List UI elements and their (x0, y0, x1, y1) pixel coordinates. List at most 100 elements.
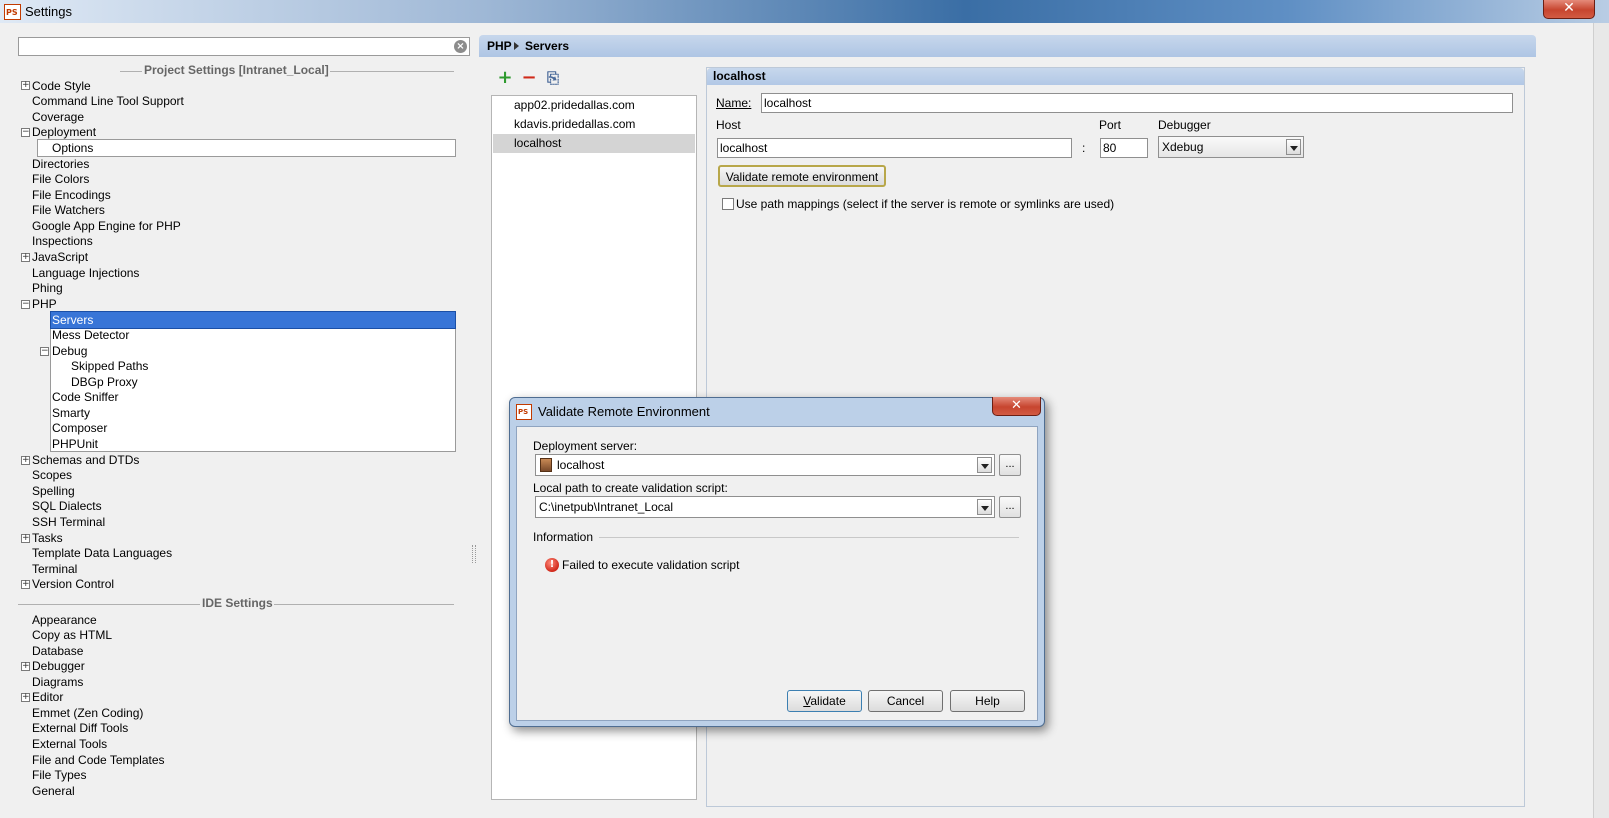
debugger-label: Debugger (1158, 118, 1211, 132)
tree-item-inspections[interactable]: Inspections (32, 233, 93, 249)
panel-splitter[interactable] (472, 545, 476, 563)
collapse-icon[interactable]: − (21, 128, 30, 137)
tree-item-servers[interactable]: Servers (50, 311, 456, 329)
server-list-item-selected[interactable]: localhost (493, 134, 695, 153)
expand-icon[interactable]: + (21, 662, 30, 671)
chevron-down-icon[interactable] (977, 457, 992, 473)
debugger-select[interactable]: Xdebug (1158, 136, 1304, 158)
tree-item-dbgp-proxy[interactable]: DBGp Proxy (71, 374, 138, 390)
tree-item-diagrams[interactable]: Diagrams (32, 674, 83, 690)
tree-item-phing[interactable]: Phing (32, 280, 63, 296)
tree-item-file-colors[interactable]: File Colors (32, 171, 89, 187)
tree-item-skipped-paths[interactable]: Skipped Paths (71, 358, 148, 374)
tree-item-deployment[interactable]: Deployment (32, 124, 96, 140)
expand-icon[interactable]: + (21, 580, 30, 589)
tree-item-coverage[interactable]: Coverage (32, 109, 84, 125)
settings-tree: Project Settings [Intranet_Local] + Code… (18, 60, 470, 810)
breadcrumb-arrow-icon (514, 42, 519, 50)
tree-item-editor[interactable]: Editor (32, 689, 63, 705)
dialog-title: Validate Remote Environment (538, 404, 710, 419)
tree-item-copy-as-html[interactable]: Copy as HTML (32, 627, 112, 643)
expand-icon[interactable]: + (21, 81, 30, 90)
tree-item-external-tools[interactable]: External Tools (32, 736, 107, 752)
tree-item-emmet[interactable]: Emmet (Zen Coding) (32, 705, 143, 721)
dialog-body: Deployment server: localhost ... Local p… (516, 426, 1038, 721)
tree-item-appearance[interactable]: Appearance (32, 612, 97, 628)
add-server-icon[interactable]: + (497, 69, 513, 87)
tree-item-debug[interactable]: Debug (52, 343, 87, 359)
tree-item-tasks[interactable]: Tasks (32, 530, 63, 546)
deployment-server-browse-button[interactable]: ... (999, 454, 1021, 476)
validate-button[interactable]: Validate (787, 690, 862, 712)
tree-item-ssh-terminal[interactable]: SSH Terminal (32, 514, 105, 530)
tree-item-phpunit[interactable]: PHPUnit (52, 436, 98, 452)
collapse-icon[interactable]: − (21, 300, 30, 309)
expand-icon[interactable]: + (21, 693, 30, 702)
server-name-field[interactable]: localhost (761, 93, 1513, 113)
host-field[interactable]: localhost (717, 138, 1072, 158)
path-mappings-label: Use path mappings (select if the server … (736, 197, 1115, 211)
deployment-server-select[interactable]: localhost (535, 454, 995, 476)
tree-item-terminal[interactable]: Terminal (32, 561, 77, 577)
expand-icon[interactable]: + (21, 534, 30, 543)
tree-item-general[interactable]: General (32, 783, 75, 799)
clear-search-icon[interactable]: × (454, 40, 467, 53)
collapse-icon[interactable]: − (40, 347, 49, 356)
tree-item-command-line-tool-support[interactable]: Command Line Tool Support (32, 93, 184, 109)
tree-item-directories[interactable]: Directories (32, 156, 89, 172)
information-label: Information (533, 530, 594, 544)
tree-item-file-types[interactable]: File Types (32, 767, 86, 783)
cancel-button[interactable]: Cancel (868, 690, 943, 712)
tree-item-sql-dialects[interactable]: SQL Dialects (32, 498, 102, 514)
tree-item-database[interactable]: Database (32, 643, 83, 659)
chevron-down-icon[interactable] (1286, 139, 1301, 155)
dialog-close-button[interactable]: ✕ (992, 397, 1041, 416)
phpstorm-app-icon: PS (516, 404, 532, 420)
port-field[interactable]: 80 (1100, 138, 1148, 158)
tree-item-code-sniffer[interactable]: Code Sniffer (52, 389, 119, 405)
server-list-item[interactable]: app02.pridedallas.com (493, 96, 695, 115)
host-port-separator: : (1082, 141, 1086, 155)
path-mappings-checkbox[interactable] (722, 198, 734, 210)
tree-item-options[interactable]: Options (37, 139, 456, 157)
window-titlebar: PS Settings ✕ (0, 0, 1609, 23)
tree-item-code-style[interactable]: Code Style (32, 78, 91, 94)
settings-search-input[interactable]: × (18, 37, 470, 56)
server-icon (540, 458, 552, 472)
tree-item-template-data-languages[interactable]: Template Data Languages (32, 545, 172, 561)
validate-remote-environment-button[interactable]: Validate remote environment (718, 165, 886, 187)
expand-icon[interactable]: + (21, 253, 30, 262)
error-icon: ! (545, 558, 559, 572)
breadcrumb-parent: PHP (487, 39, 512, 53)
tree-item-file-code-templates[interactable]: File and Code Templates (32, 752, 165, 768)
local-path-select[interactable]: C:\inetpub\Intranet_Local (535, 496, 995, 518)
help-button[interactable]: Help (950, 690, 1025, 712)
remove-server-icon[interactable]: − (521, 69, 537, 87)
server-list-item[interactable]: kdavis.pridedallas.com (493, 115, 695, 134)
tree-item-composer[interactable]: Composer (52, 420, 107, 436)
tree-item-smarty[interactable]: Smarty (52, 405, 90, 421)
tree-item-javascript[interactable]: JavaScript (32, 249, 88, 265)
tree-item-php[interactable]: PHP (32, 296, 57, 312)
local-path-label: Local path to create validation script: (533, 481, 728, 495)
error-message: Failed to execute validation script (562, 558, 740, 572)
chevron-down-icon[interactable] (977, 499, 992, 515)
copy-server-icon[interactable]: ⎘ (545, 70, 561, 86)
tree-item-mess-detector[interactable]: Mess Detector (52, 327, 129, 343)
tree-item-schemas-dtds[interactable]: Schemas and DTDs (32, 452, 139, 468)
tree-item-scopes[interactable]: Scopes (32, 467, 72, 483)
tree-item-debugger[interactable]: Debugger (32, 658, 85, 674)
tree-item-version-control[interactable]: Version Control (32, 576, 114, 592)
tree-item-file-watchers[interactable]: File Watchers (32, 202, 105, 218)
tree-item-external-diff-tools[interactable]: External Diff Tools (32, 720, 128, 736)
local-path-browse-button[interactable]: ... (999, 496, 1021, 518)
phpstorm-app-icon: PS (4, 4, 21, 20)
ide-settings-header: IDE Settings (18, 595, 458, 613)
tree-item-language-injections[interactable]: Language Injections (32, 265, 139, 281)
window-close-button[interactable]: ✕ (1543, 0, 1595, 19)
tree-item-file-encodings[interactable]: File Encodings (32, 187, 111, 203)
expand-icon[interactable]: + (21, 456, 30, 465)
tree-item-spelling[interactable]: Spelling (32, 483, 75, 499)
tree-item-google-app-engine[interactable]: Google App Engine for PHP (32, 218, 181, 234)
deployment-server-label: Deployment server: (533, 439, 638, 453)
